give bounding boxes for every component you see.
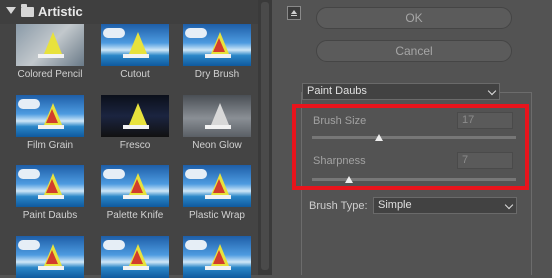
thumbnail-label: Cutout [120, 69, 150, 80]
thumbnail-label: Paint Daubs [22, 210, 78, 221]
filter-thumb-film-grain[interactable]: Film Grain [12, 95, 88, 151]
chevron-down-icon [504, 200, 514, 210]
thumbnail-image [183, 236, 251, 278]
filter-thumb-fresco[interactable]: Fresco [97, 95, 173, 151]
thumbnail-image [16, 236, 84, 278]
thumbnail-image [16, 95, 84, 137]
cancel-button[interactable]: Cancel [316, 40, 512, 62]
thumbnail-image [101, 236, 169, 278]
category-label: Artistic [38, 4, 83, 19]
thumbnail-image [183, 95, 251, 137]
expand-arrow-icon[interactable] [6, 7, 16, 14]
thumbnail-label: Dry Brush [194, 69, 240, 80]
thumbnail-image [183, 165, 251, 207]
scrollbar-thumb[interactable] [261, 2, 269, 270]
brush-type-select[interactable]: Simple [373, 197, 517, 214]
filter-thumb-paint-daubs[interactable]: Paint Daubs [12, 165, 88, 221]
thumbnail-label: Film Grain [26, 140, 74, 151]
collapse-gallery-icon[interactable] [287, 6, 301, 20]
thumbnail-label: Plastic Wrap [189, 210, 245, 221]
filter-thumb-row4-3[interactable] [179, 236, 255, 278]
chevron-down-icon [487, 86, 497, 96]
thumbnail-label: Neon Glow [192, 140, 242, 151]
filter-select[interactable]: Paint Daubs [302, 83, 500, 100]
thumbnail-label: Palette Knife [106, 210, 164, 221]
filter-thumb-neon-glow[interactable]: Neon Glow [179, 95, 255, 151]
filter-select-value: Paint Daubs [307, 85, 367, 97]
filter-thumb-palette-knife[interactable]: Palette Knife [97, 165, 173, 221]
filter-thumb-row4-2[interactable] [97, 236, 173, 278]
ok-button[interactable]: OK [316, 7, 512, 29]
filter-thumb-dry-brush[interactable]: Dry Brush [179, 24, 255, 80]
filter-thumb-cutout[interactable]: Cutout [97, 24, 173, 80]
brush-type-label: Brush Type: [309, 200, 368, 212]
thumbnail-label: Colored Pencil [17, 69, 83, 80]
thumbnail-image [101, 24, 169, 66]
thumbnail-image [101, 95, 169, 137]
thumbnail-image [16, 165, 84, 207]
category-header-artistic[interactable]: Artistic [0, 0, 258, 24]
filter-gallery-panel: Artistic Colored Pencil Cutout Dry Brush… [0, 0, 258, 278]
folder-icon [21, 4, 34, 17]
thumbnail-image [101, 165, 169, 207]
brush-type-value: Simple [378, 199, 412, 211]
filter-thumb-plastic-wrap[interactable]: Plastic Wrap [179, 165, 255, 221]
gallery-scrollbar[interactable] [258, 0, 272, 275]
thumbnail-image [183, 24, 251, 66]
filter-thumb-row4-1[interactable] [12, 236, 88, 278]
filter-thumb-colored-pencil[interactable]: Colored Pencil [12, 24, 88, 80]
thumbnail-image [16, 24, 84, 66]
thumbnail-label: Fresco [119, 140, 151, 151]
highlight-annotation [292, 104, 529, 190]
